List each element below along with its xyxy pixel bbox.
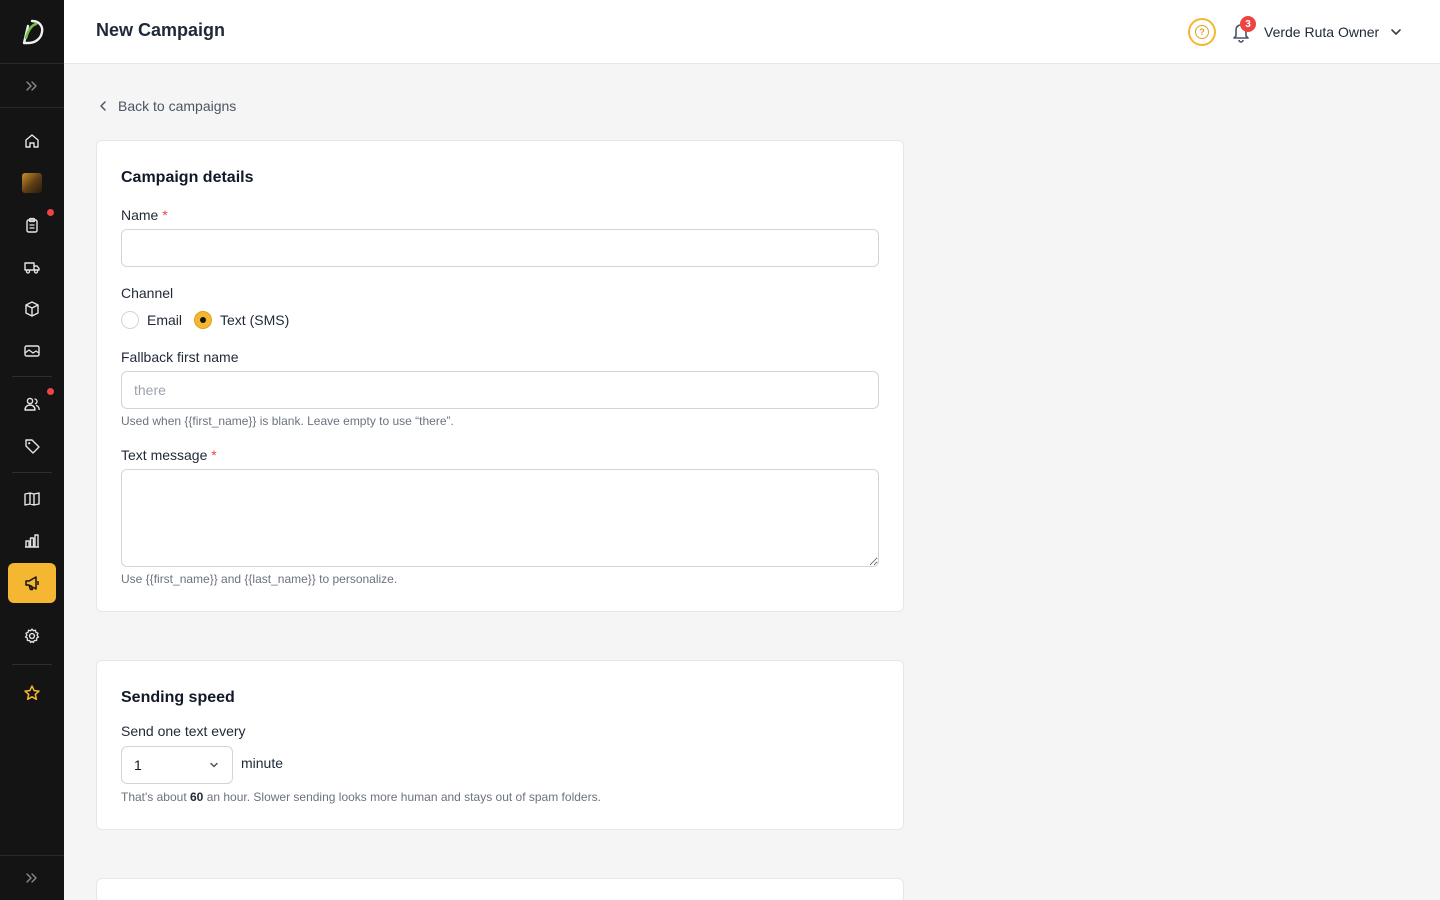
channel-option-label: Email xyxy=(147,312,183,328)
sidebar xyxy=(0,0,64,900)
sidebar-item-customers[interactable] xyxy=(8,384,56,424)
top-header: New Campaign ? 3 Verde Ruta Owner xyxy=(64,0,1440,64)
notification-dot xyxy=(47,388,54,395)
home-icon xyxy=(25,134,39,148)
sidebar-item-home[interactable] xyxy=(8,121,56,161)
sidebar-item-campaigns[interactable] xyxy=(8,563,56,603)
bar-chart-icon xyxy=(25,534,39,548)
sidebar-expand-button[interactable] xyxy=(0,64,64,108)
radio-email[interactable] xyxy=(121,311,139,329)
gear-icon xyxy=(24,628,40,644)
chevron-down-icon xyxy=(1391,29,1401,35)
chevron-down-icon xyxy=(210,762,218,768)
notification-badge: 3 xyxy=(1240,16,1256,32)
truck-icon xyxy=(24,262,40,274)
send-interval-label: Send one text every xyxy=(121,723,246,739)
back-link-label: Back to campaigns xyxy=(118,98,237,114)
user-menu[interactable]: Verde Ruta Owner xyxy=(1264,20,1403,44)
chevrons-right-icon xyxy=(26,80,37,91)
name-label: Name * xyxy=(121,207,168,223)
campaign-details-title: Campaign details xyxy=(121,169,254,186)
send-interval-unit: minute xyxy=(241,755,284,771)
user-name: Verde Ruta Owner xyxy=(1264,24,1380,40)
text-message-textarea[interactable] xyxy=(121,469,879,567)
send-interval-value: 1 xyxy=(134,757,142,773)
sidebar-item-orders[interactable] xyxy=(8,205,56,245)
sidebar-item-analytics[interactable] xyxy=(8,521,56,561)
sidebar-divider xyxy=(12,472,52,473)
clipboard-icon xyxy=(26,217,38,233)
back-to-campaigns-link[interactable]: Back to campaigns xyxy=(96,96,236,116)
campaign-details-card: Campaign details Name * Channel Email Te… xyxy=(96,140,904,612)
sidebar-item-brand[interactable] xyxy=(8,163,56,203)
fallback-name-input[interactable] xyxy=(121,371,879,409)
sidebar-item-favorites[interactable] xyxy=(8,673,56,713)
text-message-label: Text message * xyxy=(121,447,217,463)
chevron-left-icon xyxy=(100,101,106,111)
sidebar-item-delivery[interactable] xyxy=(8,247,56,287)
sidebar-item-gallery[interactable] xyxy=(8,331,56,371)
next-section-card xyxy=(96,878,904,900)
text-message-hint: Use {{first_name}} and {{last_name}} to … xyxy=(121,572,398,586)
fallback-name-label: Fallback first name xyxy=(121,349,239,365)
sidebar-item-settings[interactable] xyxy=(8,616,56,656)
sidebar-item-catalog[interactable] xyxy=(8,479,56,519)
chevrons-right-icon xyxy=(26,873,37,883)
send-interval-select[interactable]: 1 xyxy=(121,746,233,784)
page-title: New Campaign xyxy=(96,20,226,40)
hourly-rate: 60 xyxy=(190,790,204,804)
channel-label: Channel xyxy=(121,285,174,301)
book-icon xyxy=(24,492,40,506)
channel-option-sms[interactable]: Text (SMS) xyxy=(194,311,289,329)
sidebar-collapse-button[interactable] xyxy=(0,855,64,900)
fallback-name-hint: Used when {{first_name}} is blank. Leave… xyxy=(121,414,454,428)
sending-speed-hint: That's about 60 an hour. Slower sending … xyxy=(121,790,601,804)
sidebar-divider xyxy=(12,376,52,377)
brand-thumbnail xyxy=(22,173,42,193)
channel-option-label: Text (SMS) xyxy=(220,312,290,328)
required-mark: * xyxy=(162,207,168,223)
sidebar-divider xyxy=(12,664,52,665)
help-icon: ? xyxy=(1195,25,1209,39)
logo-icon xyxy=(22,19,44,44)
sidebar-item-products[interactable] xyxy=(8,289,56,329)
app-logo[interactable] xyxy=(0,0,64,64)
radio-sms[interactable] xyxy=(194,311,213,329)
channel-option-email[interactable]: Email xyxy=(121,311,182,329)
tag-icon xyxy=(25,439,40,454)
megaphone-icon xyxy=(25,576,39,591)
name-input[interactable] xyxy=(121,229,879,267)
notification-dot xyxy=(47,209,54,216)
star-icon xyxy=(24,685,40,701)
sending-speed-card: Sending speed Send one text every 1 minu… xyxy=(96,660,904,830)
sending-speed-title: Sending speed xyxy=(121,689,235,706)
users-icon xyxy=(24,397,40,411)
required-mark: * xyxy=(211,447,217,463)
sidebar-item-tags[interactable] xyxy=(8,426,56,466)
channel-radio-group: Email Text (SMS) xyxy=(121,311,289,329)
box-icon xyxy=(25,301,39,317)
image-icon xyxy=(24,345,40,357)
help-button[interactable]: ? xyxy=(1188,18,1216,46)
